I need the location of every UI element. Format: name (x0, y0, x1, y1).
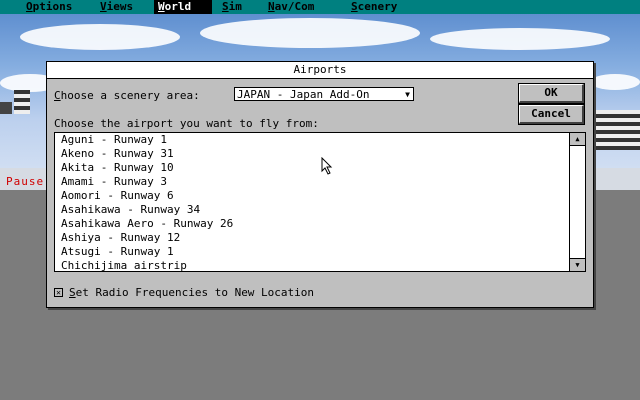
menu-navcom[interactable]: Nav/Com (264, 0, 318, 14)
menu-navcom-accel: N (268, 0, 275, 13)
radio-frequencies-checkbox[interactable]: ✕ (54, 288, 63, 297)
list-item[interactable]: Atsugi - Runway 1 (55, 245, 571, 259)
list-item[interactable]: Aguni - Runway 1 (55, 133, 571, 147)
list-item[interactable]: Asahikawa Aero - Runway 26 (55, 217, 571, 231)
list-item[interactable]: Akita - Runway 10 (55, 161, 571, 175)
scenery-area-select[interactable]: JAPAN - Japan Add-On ▼ (234, 87, 414, 101)
scroll-up-icon[interactable]: ▲ (570, 133, 585, 146)
menu-options-label: ptions (32, 0, 73, 13)
airport-list-items: Aguni - Runway 1 Akeno - Runway 31 Akita… (55, 133, 571, 273)
menu-world-label: orld (164, 0, 192, 13)
menu-views-label: iews (106, 0, 134, 13)
airport-list-scrollbar[interactable]: ▲ ▼ (569, 133, 585, 271)
menu-views[interactable]: Views (96, 0, 137, 14)
scenery-area-label: Choose a scenery area: (54, 89, 200, 102)
radio-frequencies-label-text: et Radio Frequencies to New Location (75, 286, 315, 299)
list-item[interactable]: Chichijima airstrip (55, 259, 571, 273)
scenery-area-value: JAPAN - Japan Add-On (237, 88, 370, 101)
list-item[interactable]: Ashiya - Runway 12 (55, 231, 571, 245)
menu-scenery-label: cenery (357, 0, 398, 13)
list-item[interactable]: Akeno - Runway 31 (55, 147, 571, 161)
building (0, 102, 12, 114)
scenery-area-label-text: hoose a scenery area: (60, 89, 200, 102)
cloud (20, 24, 180, 50)
list-item[interactable]: Asahikawa - Runway 34 (55, 203, 571, 217)
menu-views-accel: V (100, 0, 107, 13)
radio-frequencies-label: Set Radio Frequencies to New Location (69, 286, 314, 299)
menu-world-accel: W (158, 0, 165, 13)
menu-scenery[interactable]: Scenery (347, 0, 401, 14)
menu-options-accel: O (26, 0, 33, 13)
menu-bar: Options Views World Sim Nav/Com Scenery (0, 0, 640, 14)
menu-sim-label: im (228, 0, 242, 13)
menu-scenery-accel: S (351, 0, 358, 13)
checkbox-x-icon: ✕ (56, 288, 61, 297)
scroll-down-icon[interactable]: ▼ (570, 258, 585, 271)
building (14, 90, 30, 114)
cancel-button[interactable]: Cancel (518, 104, 585, 125)
cloud (590, 74, 640, 90)
cloud (200, 18, 420, 48)
chevron-down-icon: ▼ (405, 90, 410, 99)
menu-navcom-label: av/Com (274, 0, 315, 13)
list-item[interactable]: Amami - Runway 3 (55, 175, 571, 189)
menu-options[interactable]: Options (22, 0, 76, 14)
airport-list-label: Choose the airport you want to fly from: (54, 117, 319, 130)
menu-sim-accel: S (222, 0, 229, 13)
radio-frequencies-accel: S (69, 286, 76, 299)
building (596, 110, 640, 150)
dialog-title: Airports (47, 62, 593, 79)
cloud (430, 28, 610, 50)
ok-button[interactable]: OK (518, 83, 585, 104)
menu-world[interactable]: World (154, 0, 212, 14)
scenery-area-accel: C (54, 89, 61, 102)
airport-list[interactable]: Aguni - Runway 1 Akeno - Runway 31 Akita… (54, 132, 586, 272)
menu-sim[interactable]: Sim (218, 0, 246, 14)
mouse-cursor-icon (321, 157, 333, 175)
list-item[interactable]: Aomori - Runway 6 (55, 189, 571, 203)
pause-indicator: Pause (6, 175, 45, 188)
airports-dialog: Airports Choose a scenery area: JAPAN - … (46, 61, 594, 308)
